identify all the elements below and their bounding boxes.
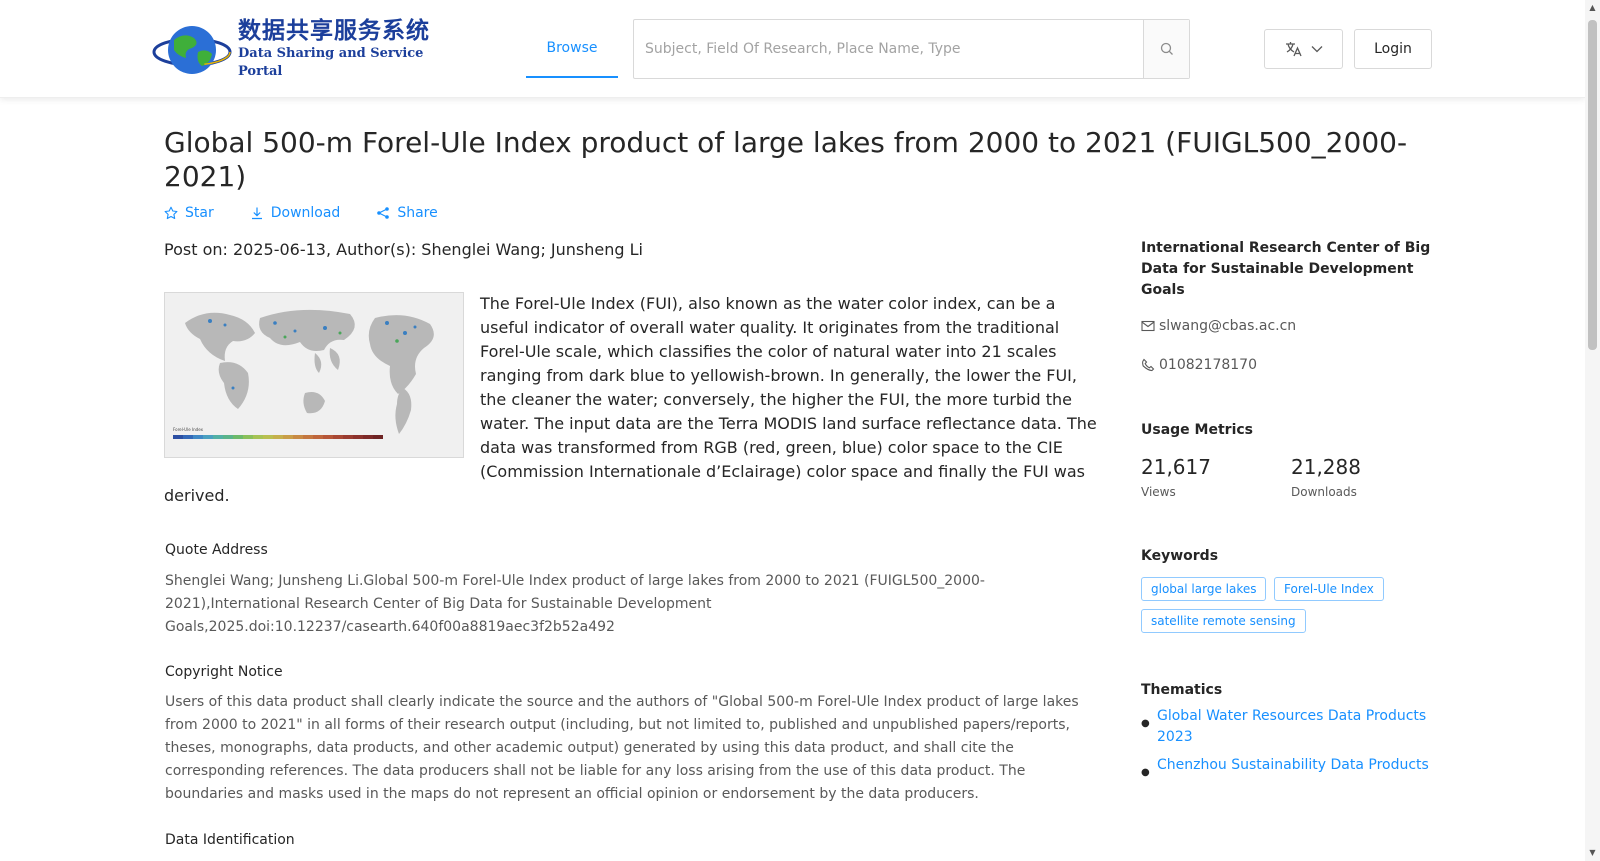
downloads-count: 21,288 bbox=[1291, 455, 1361, 479]
dataset-actions: Star Download Share bbox=[164, 205, 438, 221]
usage-metrics-heading: Usage Metrics bbox=[1141, 422, 1253, 438]
scroll-down-arrow-icon[interactable]: ▼ bbox=[1588, 848, 1597, 858]
keywords-heading: Keywords bbox=[1141, 548, 1219, 564]
dataset-description-block: Forel-Ule Index The Forel-Ule Index (FUI… bbox=[164, 292, 1098, 508]
contact-email-text: slwang@cbas.ac.cn bbox=[1159, 318, 1297, 334]
star-icon bbox=[164, 206, 178, 220]
download-label: Download bbox=[270, 205, 341, 221]
download-button[interactable]: Download bbox=[250, 205, 341, 221]
scroll-up-arrow-icon[interactable]: ▲ bbox=[1588, 3, 1597, 13]
star-button[interactable]: Star bbox=[164, 205, 214, 221]
phone-icon bbox=[1142, 358, 1155, 372]
quote-address-text: Shenglei Wang; Junsheng Li.Global 500-m … bbox=[165, 573, 985, 635]
organization-name: International Research Center of Big Dat… bbox=[1141, 240, 1431, 298]
contact-phone-text: 01082178170 bbox=[1159, 357, 1257, 373]
bullet-icon: ● bbox=[1141, 767, 1150, 778]
search-bar bbox=[633, 19, 1190, 79]
language-switcher[interactable] bbox=[1264, 29, 1343, 69]
nav-browse-tab[interactable]: Browse bbox=[526, 30, 618, 78]
site-logo[interactable]: 数据共享服务系统 Data Sharing and Service Portal bbox=[152, 18, 442, 80]
data-identification-heading: Data Identification bbox=[165, 832, 295, 848]
views-count: 21,617 bbox=[1141, 455, 1211, 479]
keyword-tag[interactable]: global large lakes bbox=[1141, 577, 1267, 601]
post-info: Post on: 2025-06-13, Author(s): Shenglei… bbox=[164, 240, 643, 259]
copyright-notice-text: Users of this data product shall clearly… bbox=[165, 694, 1079, 802]
downloads-label: Downloads bbox=[1291, 485, 1357, 499]
thematic-item[interactable]: ● Global Water Resources Data Products 2… bbox=[1141, 706, 1441, 748]
page-scrollbar[interactable]: ▲ ▼ bbox=[1585, 0, 1600, 861]
contact-phone: 01082178170 bbox=[1141, 357, 1257, 373]
globe-logo-icon bbox=[152, 26, 232, 74]
share-button[interactable]: Share bbox=[376, 205, 438, 221]
thematic-item[interactable]: ● Chenzhou Sustainability Data Products bbox=[1141, 755, 1441, 783]
thematics-heading: Thematics bbox=[1141, 682, 1223, 698]
site-header: 数据共享服务系统 Data Sharing and Service Portal… bbox=[0, 0, 1585, 98]
share-label: Share bbox=[397, 205, 438, 221]
mail-icon bbox=[1141, 320, 1155, 332]
search-icon bbox=[1160, 42, 1173, 55]
login-button[interactable]: Login bbox=[1354, 29, 1432, 69]
views-label: Views bbox=[1141, 485, 1176, 499]
world-map-preview-image: Forel-Ule Index bbox=[165, 293, 463, 457]
search-button[interactable] bbox=[1143, 20, 1189, 78]
quote-address-heading: Quote Address bbox=[165, 542, 268, 558]
thematic-link[interactable]: Chenzhou Sustainability Data Products bbox=[1157, 755, 1429, 783]
page-title: Global 500-m Forel-Ule Index product of … bbox=[164, 126, 1408, 193]
translate-icon bbox=[1285, 42, 1302, 57]
logo-chinese-title: 数据共享服务系统 bbox=[238, 18, 430, 44]
logo-english-title: Data Sharing and Service Portal bbox=[238, 46, 424, 79]
keyword-tag[interactable]: Forel-Ule Index bbox=[1274, 577, 1384, 601]
star-label: Star bbox=[185, 205, 214, 221]
svg-text:Forel-Ule Index: Forel-Ule Index bbox=[173, 427, 204, 432]
search-input[interactable] bbox=[634, 20, 1143, 78]
download-icon bbox=[251, 207, 262, 220]
contact-email: slwang@cbas.ac.cn bbox=[1141, 318, 1296, 334]
dataset-thumbnail-map[interactable]: Forel-Ule Index bbox=[164, 292, 464, 458]
bullet-icon: ● bbox=[1141, 718, 1150, 729]
chevron-down-icon bbox=[1311, 46, 1322, 53]
copyright-notice-heading: Copyright Notice bbox=[165, 664, 283, 680]
thematic-link[interactable]: Global Water Resources Data Products 202… bbox=[1157, 706, 1441, 748]
scrollbar-thumb[interactable] bbox=[1588, 20, 1597, 350]
keyword-tag[interactable]: satellite remote sensing bbox=[1141, 609, 1306, 633]
share-icon bbox=[377, 207, 390, 219]
